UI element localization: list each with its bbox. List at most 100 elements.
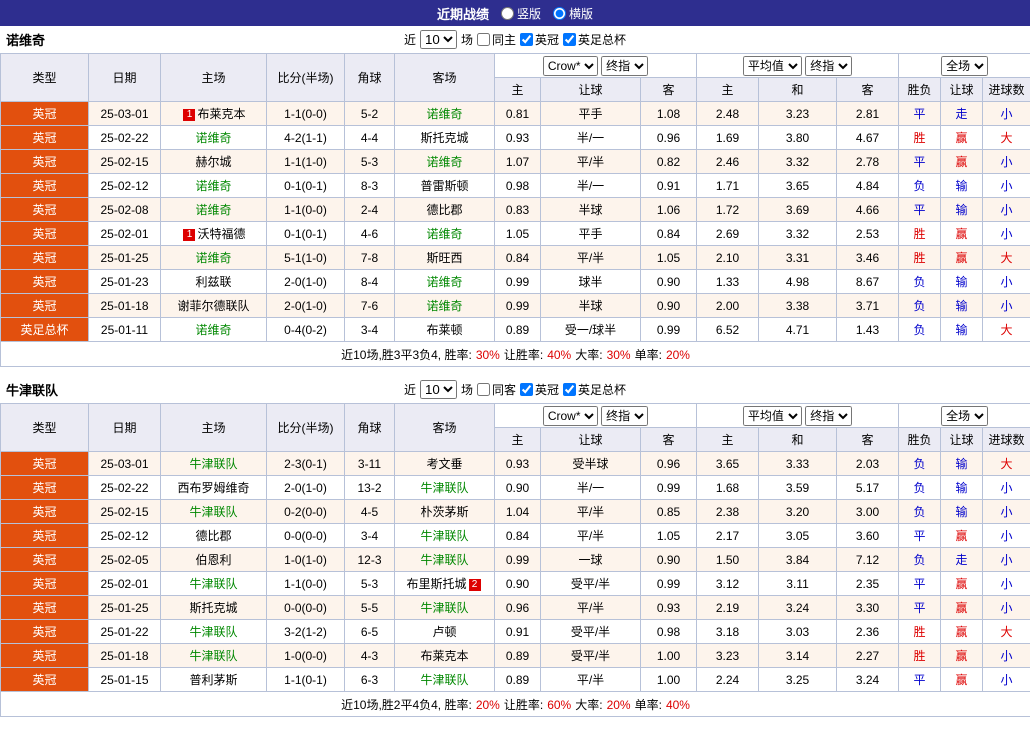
col-header-date: 日期	[88, 53, 161, 102]
odds-home-cell: 0.99	[494, 293, 541, 318]
league1-checkbox[interactable]	[520, 383, 533, 396]
league-cell: 英冠	[0, 293, 89, 318]
away-team-cell: 布莱克本	[394, 643, 495, 668]
avg-away-cell: 3.71	[836, 293, 900, 318]
goals-cell: 小	[982, 173, 1030, 198]
odds-handicap-cell: 受平/半	[540, 571, 641, 596]
score-cell: 0-0(0-0)	[266, 523, 345, 548]
match-row: 英冠 25-02-15 牛津联队 0-2(0-0) 4-5 朴茨茅斯 1.04 平/半 0.85…	[0, 499, 1030, 524]
date-cell: 25-01-11	[88, 317, 161, 342]
avg-home-cell: 2.19	[696, 595, 760, 620]
avg-company-select[interactable]: 平均值	[742, 55, 802, 76]
col-header-home: 主场	[160, 403, 267, 452]
odds-away-cell: 0.90	[639, 293, 698, 318]
odds-company-select[interactable]: Crow*	[542, 55, 598, 76]
summary-part: 30%	[475, 347, 500, 362]
league2-label: 英足总杯	[578, 383, 627, 397]
result-cell: 胜	[898, 125, 942, 150]
avg-home-cell: 2.10	[696, 245, 760, 270]
corner-cell: 3-4	[344, 523, 395, 548]
results-header-bar: 近期战绩 竖版 横版	[0, 0, 1030, 26]
odds-home-cell: 1.05	[494, 221, 541, 246]
league1-option[interactable]: 英冠	[520, 381, 559, 398]
fulltime-scope-select[interactable]: 全场	[941, 405, 989, 426]
odds-home-cell: 0.90	[494, 475, 541, 500]
odds-handicap-cell: 受半球	[540, 451, 641, 476]
summary-part: 单率:	[634, 347, 662, 362]
league2-option[interactable]: 英足总杯	[563, 31, 626, 48]
same-venue-option[interactable]: 同主	[476, 31, 516, 48]
avg-draw-cell: 3.20	[758, 499, 838, 524]
same-venue-option[interactable]: 同客	[476, 381, 516, 398]
avg-draw-cell: 3.31	[758, 245, 838, 270]
odds-home-cell: 0.84	[494, 523, 541, 548]
col-header-handicap-result: 让球	[940, 427, 984, 452]
date-cell: 25-01-18	[88, 293, 161, 318]
match-row: 英冠 25-02-12 诺维奇 0-1(0-1) 8-3 普雷斯顿 0.98 半/一 0.91 1…	[0, 173, 1030, 198]
league-cell: 英冠	[0, 547, 89, 572]
recent-count-select[interactable]: 10	[419, 30, 457, 49]
avg-draw-cell: 3.80	[758, 125, 838, 150]
table-header-row: 类型 日期 主场 比分(半场) 角球 客场 Crow* 终指 平均值 终指 全场	[0, 53, 1030, 102]
layout-horizontal-radio[interactable]	[553, 6, 566, 20]
avg-select-cell: 平均值 终指	[696, 53, 900, 78]
match-row: 英冠 25-01-18 谢菲尔德联队 2-0(1-0) 7-6 诺维奇 0.99 半球 0.90…	[0, 293, 1030, 318]
odds-final-select[interactable]: 终指	[601, 55, 649, 76]
odds-company-select[interactable]: Crow*	[542, 405, 598, 426]
layout-vertical-radio[interactable]	[500, 6, 514, 20]
league2-checkbox[interactable]	[563, 33, 577, 46]
avg-draw-cell: 3.65	[758, 173, 838, 198]
home-team-cell: 西布罗姆维奇	[160, 475, 267, 500]
avg-final-select[interactable]: 终指	[805, 405, 853, 426]
avg-final-select[interactable]: 终指	[805, 55, 853, 76]
col-header-corner: 角球	[344, 53, 395, 102]
odds-away-cell: 0.82	[639, 149, 698, 174]
same-venue-label: 同主	[491, 33, 516, 47]
league1-label: 英冠	[535, 383, 560, 397]
odds-home-cell: 1.04	[494, 499, 541, 524]
col-header-avg-away: 客	[836, 427, 900, 452]
col-header-type: 类型	[0, 53, 89, 102]
avg-draw-cell: 3.32	[758, 149, 838, 174]
same-venue-checkbox[interactable]	[476, 383, 490, 396]
layout-horizontal-option[interactable]: 横版	[553, 5, 593, 22]
away-team-cell: 诺维奇	[394, 149, 495, 174]
date-cell: 25-02-15	[88, 499, 161, 524]
result-cell: 负	[898, 317, 942, 342]
avg-away-cell: 3.60	[836, 523, 900, 548]
col-header-avg-home: 主	[696, 427, 760, 452]
layout-vertical-option[interactable]: 竖版	[500, 5, 541, 22]
recent-count-select[interactable]: 10	[419, 380, 457, 399]
corner-cell: 4-5	[344, 499, 395, 524]
odds-final-select[interactable]: 终指	[601, 405, 649, 426]
goals-cell: 小	[982, 523, 1030, 548]
league-cell: 英足总杯	[0, 317, 89, 342]
date-cell: 25-01-18	[88, 643, 161, 668]
results-table: 类型 日期 主场 比分(半场) 角球 客场 Crow* 终指 平均值 终指 全场主让球客主和客胜…	[0, 53, 1030, 367]
odds-away-cell: 1.05	[639, 245, 698, 270]
goals-cell: 大	[982, 619, 1030, 644]
league1-checkbox[interactable]	[520, 33, 533, 46]
corner-cell: 5-3	[344, 149, 395, 174]
corner-cell: 8-4	[344, 269, 395, 294]
league1-option[interactable]: 英冠	[520, 31, 559, 48]
fulltime-scope-select[interactable]: 全场	[941, 55, 989, 76]
odds-away-cell: 1.06	[639, 197, 698, 222]
away-team-cell: 牛津联队	[394, 667, 495, 692]
avg-company-select[interactable]: 平均值	[742, 405, 802, 426]
odds-handicap-cell: 平/半	[540, 149, 641, 174]
league2-option[interactable]: 英足总杯	[563, 381, 626, 398]
avg-away-cell: 3.00	[836, 499, 900, 524]
corner-cell: 4-3	[344, 643, 395, 668]
league-cell: 英冠	[0, 221, 89, 246]
goals-cell: 小	[982, 475, 1030, 500]
same-venue-checkbox[interactable]	[476, 33, 490, 46]
match-row: 英冠 25-01-15 普利茅斯 1-1(0-1) 6-3 牛津联队 0.89 平/半 1.00…	[0, 667, 1030, 692]
league2-checkbox[interactable]	[563, 383, 577, 396]
result-cell: 平	[898, 571, 942, 596]
summary-row: 近10场,胜3平3负4, 胜率: 30% 让胜率: 40% 大率: 30% 单率: 20%	[0, 341, 1030, 367]
avg-away-cell: 2.53	[836, 221, 900, 246]
date-cell: 25-03-01	[88, 101, 161, 126]
score-cell: 4-2(1-1)	[266, 125, 345, 150]
score-cell: 2-0(1-0)	[266, 293, 345, 318]
